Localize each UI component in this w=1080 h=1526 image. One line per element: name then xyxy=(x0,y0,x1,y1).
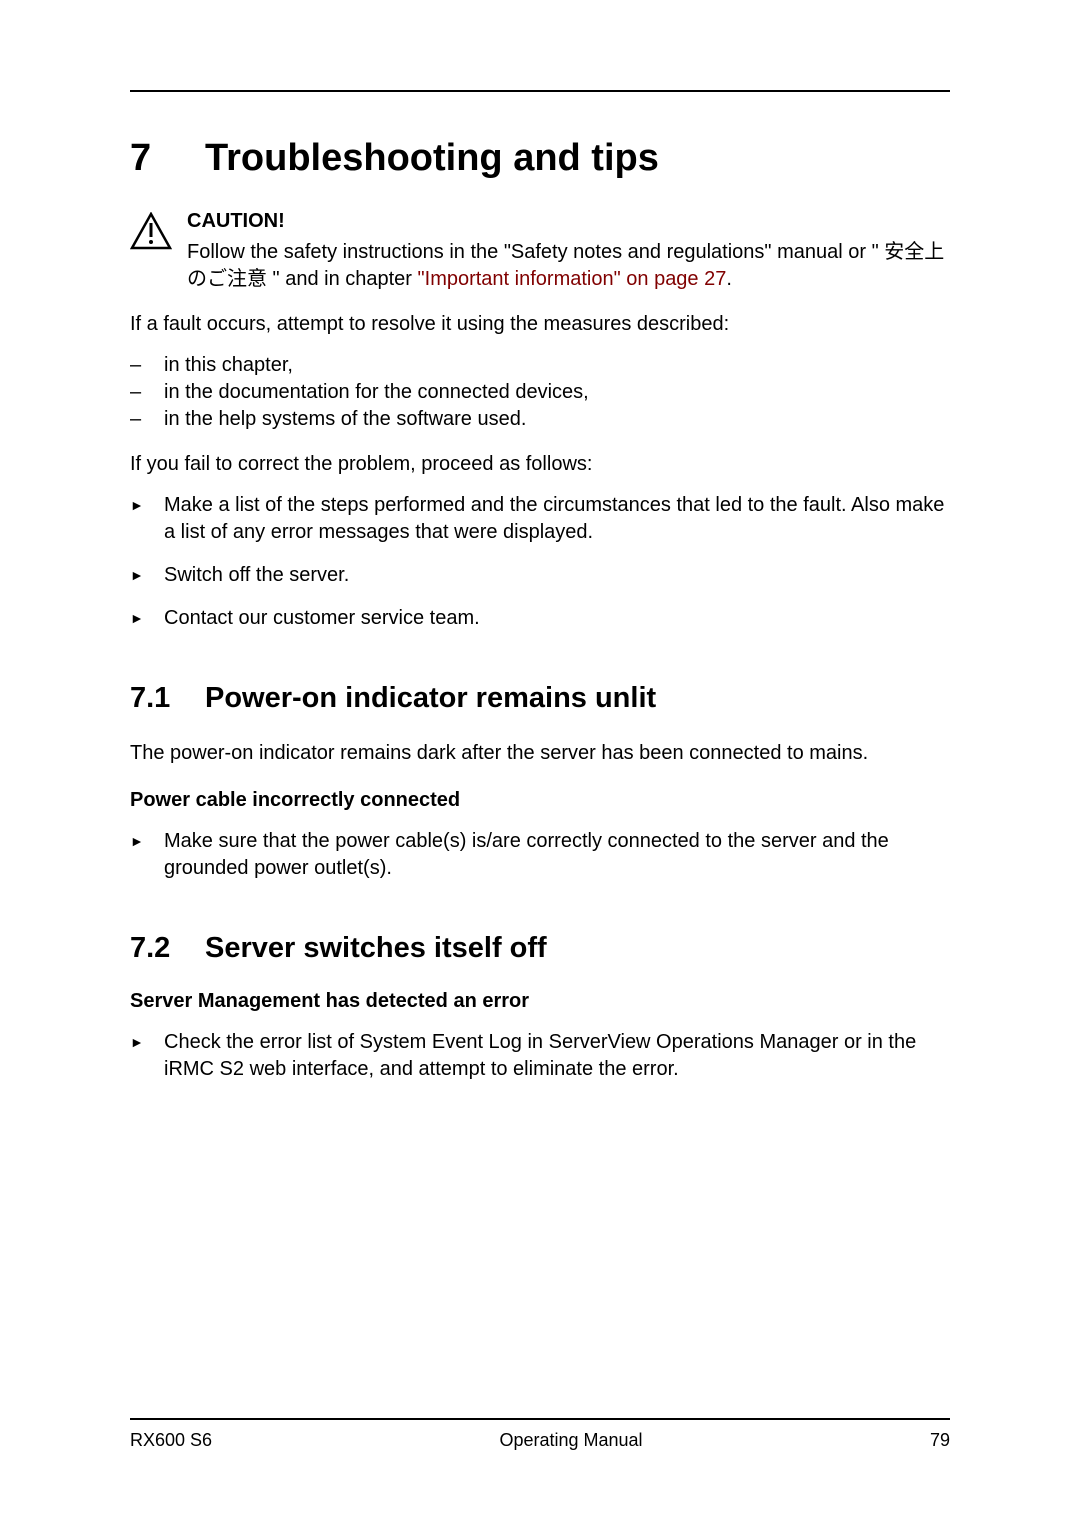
list-item: in the help systems of the software used… xyxy=(130,406,950,433)
list-item: Make sure that the power cable(s) is/are… xyxy=(130,828,950,882)
caution-text-after: . xyxy=(726,268,732,290)
caution-block: CAUTION! Follow the safety instructions … xyxy=(130,210,950,293)
warning-icon xyxy=(130,212,172,255)
caution-label: CAUTION! xyxy=(187,210,950,233)
page-footer: RX600 S6 Operating Manual 79 xyxy=(130,1418,950,1451)
chapter-title: Troubleshooting and tips xyxy=(205,137,659,180)
section71-subhead: Power cable incorrectly connected xyxy=(130,789,950,812)
arrow-list: Make sure that the power cable(s) is/are… xyxy=(130,828,950,882)
dash-list: in this chapter, in the documentation fo… xyxy=(130,352,950,433)
intro-text-1: If a fault occurs, attempt to resolve it… xyxy=(130,311,950,338)
top-rule xyxy=(130,90,950,92)
arrow-list: Make a list of the steps performed and t… xyxy=(130,492,950,632)
list-item: Make a list of the steps performed and t… xyxy=(130,492,950,546)
footer-left: RX600 S6 xyxy=(130,1430,212,1451)
footer-row: RX600 S6 Operating Manual 79 xyxy=(130,1430,950,1451)
intro-text-2: If you fail to correct the problem, proc… xyxy=(130,451,950,478)
section71-body: The power-on indicator remains dark afte… xyxy=(130,740,950,767)
list-item: Contact our customer service team. xyxy=(130,605,950,632)
caution-link[interactable]: "Important information" on page 27 xyxy=(418,268,727,290)
list-item: Switch off the server. xyxy=(130,562,950,589)
list-item: in the documentation for the connected d… xyxy=(130,379,950,406)
section-heading-71: 7.1 Power-on indicator remains unlit xyxy=(130,682,950,715)
section-number: 7.2 xyxy=(130,932,205,965)
footer-center: Operating Manual xyxy=(499,1430,642,1451)
chapter-heading: 7 Troubleshooting and tips xyxy=(130,137,950,180)
footer-rule xyxy=(130,1418,950,1420)
list-item: Check the error list of System Event Log… xyxy=(130,1029,950,1083)
footer-right: 79 xyxy=(930,1430,950,1451)
section-number: 7.1 xyxy=(130,682,205,715)
section-title: Power-on indicator remains unlit xyxy=(205,682,656,715)
section72-subhead: Server Management has detected an error xyxy=(130,990,950,1013)
caution-text: Follow the safety instructions in the "S… xyxy=(187,239,950,293)
section-heading-72: 7.2 Server switches itself off xyxy=(130,932,950,965)
chapter-number: 7 xyxy=(130,137,205,180)
caution-content: CAUTION! Follow the safety instructions … xyxy=(187,210,950,293)
section-title: Server switches itself off xyxy=(205,932,547,965)
arrow-list: Check the error list of System Event Log… xyxy=(130,1029,950,1083)
page-content: 7 Troubleshooting and tips CAUTION! Foll… xyxy=(0,0,1080,1083)
list-item: in this chapter, xyxy=(130,352,950,379)
